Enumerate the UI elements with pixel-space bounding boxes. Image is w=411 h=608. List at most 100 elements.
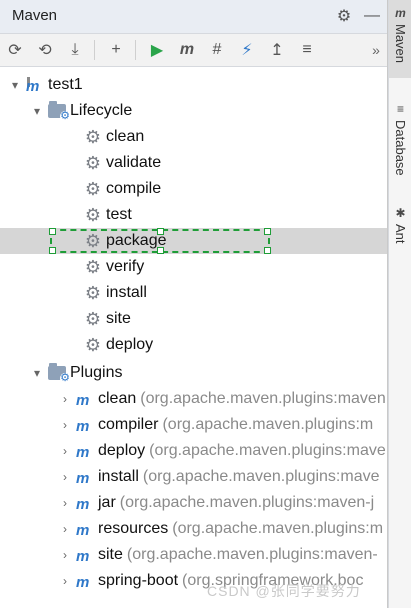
tab-label: Maven (393, 24, 408, 64)
plugin-name: site (98, 546, 123, 563)
tab-ant[interactable]: ✱ Ant (389, 200, 411, 256)
chevron-right-icon[interactable]: › (58, 392, 72, 406)
title-actions: ⚙ — (335, 6, 381, 26)
lightning-icon[interactable]: ⚡ (232, 36, 262, 64)
project-tree: ▾ m test1 ▾ ⚙ Lifecycle ⚙ clean ⚙ valida… (0, 68, 387, 608)
plugin-item-jar[interactable]: › m jar (org.apache.maven.plugins:maven-… (0, 490, 387, 516)
plugin-item-install[interactable]: › m install (org.apache.maven.plugins:ma… (0, 464, 387, 490)
gear-icon: ⚙ (84, 283, 102, 303)
lifecycle-item-label: test (106, 206, 132, 223)
chevron-down-icon[interactable]: ▾ (8, 78, 22, 92)
maven-plugin-icon: m (76, 574, 90, 591)
chevron-down-icon[interactable]: ▾ (30, 366, 44, 380)
tab-database[interactable]: ≡ Database (389, 96, 411, 188)
maven-plugin-icon: m (76, 470, 90, 487)
gear-icon: ⚙ (84, 231, 102, 251)
folder-gear-icon: ⚙ (48, 363, 70, 384)
plugin-item-compiler[interactable]: › m compiler (org.apache.maven.plugins:m (0, 412, 387, 438)
tree-row-root[interactable]: ▾ m test1 (0, 72, 387, 98)
gear-icon: ⚙ (84, 127, 102, 147)
database-icon: ≡ (396, 102, 404, 116)
toggle-offline-icon[interactable]: # (202, 36, 232, 64)
gear-icon: ⚙ (84, 153, 102, 173)
maven-plugin-icon: m (76, 444, 90, 461)
chevron-right-icon[interactable]: › (58, 548, 72, 562)
lifecycle-item-validate[interactable]: ⚙ validate (0, 150, 387, 176)
maven-project-icon: m (26, 77, 40, 95)
chevron-right-icon[interactable]: › (58, 496, 72, 510)
lifecycle-item-deploy[interactable]: ⚙ deploy (0, 332, 387, 358)
plugin-meta: (org.springframework.boc (182, 572, 364, 589)
lifecycle-item-label: site (106, 310, 131, 327)
plugin-item-deploy[interactable]: › m deploy (org.apache.maven.plugins:mav… (0, 438, 387, 464)
lifecycle-item-label: install (106, 284, 147, 301)
lifecycle-item-label: deploy (106, 336, 154, 353)
maven-plugin-icon: m (76, 418, 90, 435)
maven-plugin-icon: m (76, 392, 90, 409)
maven-plugin-icon: m (76, 522, 90, 539)
chevron-down-icon[interactable]: ▾ (30, 104, 44, 118)
plugin-meta: (org.apache.maven.plugins:m (162, 416, 374, 433)
plugin-item-clean[interactable]: › m clean (org.apache.maven.plugins:mave… (0, 386, 387, 412)
add-icon[interactable]: + (101, 36, 131, 64)
lifecycle-item-label: clean (106, 128, 145, 145)
lifecycle-item-label: compile (106, 180, 162, 197)
toolbar-separator (135, 40, 138, 60)
panel-title: Maven (12, 7, 58, 24)
plugin-name: install (98, 468, 139, 485)
right-tool-strip: m Maven ≡ Database ✱ Ant (388, 0, 411, 608)
gear-icon: ⚙ (84, 309, 102, 329)
minimize-icon[interactable]: — (363, 6, 381, 26)
plugin-meta: (org.apache.maven.plugins:mave (149, 442, 386, 459)
chevron-right-icon[interactable]: › (58, 470, 72, 484)
maven-icon[interactable]: m (172, 36, 202, 64)
lifecycle-item-label: package (106, 232, 167, 249)
gear-icon: ⚙ (84, 179, 102, 199)
tree-row-lifecycle[interactable]: ▾ ⚙ Lifecycle (0, 98, 387, 124)
plugin-name: deploy (98, 442, 146, 459)
gear-icon: ⚙ (84, 205, 102, 225)
lifecycle-item-clean[interactable]: ⚙ clean (0, 124, 387, 150)
toolbar-separator (94, 40, 97, 60)
title-bar: Maven ⚙ — (0, 0, 387, 34)
plugin-item-resources[interactable]: › m resources (org.apache.maven.plugins:… (0, 516, 387, 542)
lifecycle-item-site[interactable]: ⚙ site (0, 306, 387, 332)
more-icon[interactable]: » (365, 36, 387, 64)
plugin-name: resources (98, 520, 169, 537)
project-name: test1 (48, 76, 83, 93)
plugin-item-site[interactable]: › m site (org.apache.maven.plugins:maven… (0, 542, 387, 568)
plugin-meta: (org.apache.maven.plugins:maven-j (119, 494, 375, 511)
maven-icon: m (395, 6, 406, 20)
lifecycle-item-verify[interactable]: ⚙ verify (0, 254, 387, 280)
lifecycle-item-test[interactable]: ⚙ test (0, 202, 387, 228)
gear-icon: ⚙ (84, 335, 102, 355)
plugin-name: jar (98, 494, 116, 511)
lifecycle-item-label: verify (106, 258, 145, 275)
plugin-name: spring-boot (98, 572, 179, 589)
toolbar: ⟳ ⟲ ⤓ + ▶ m # ⚡ ↥ ≡ » (0, 34, 387, 67)
chevron-right-icon[interactable]: › (58, 418, 72, 432)
download-icon[interactable]: ⤓ (60, 36, 90, 64)
tab-label: Ant (393, 224, 408, 244)
lifecycle-label: Lifecycle (70, 102, 133, 119)
plugin-name: clean (98, 390, 137, 407)
lifecycle-item-install[interactable]: ⚙ install (0, 280, 387, 306)
show-deps-icon[interactable]: ↥ (262, 36, 292, 64)
tab-maven[interactable]: m Maven (389, 0, 411, 78)
reimport-icon[interactable]: ⟲ (30, 36, 60, 64)
lifecycle-item-compile[interactable]: ⚙ compile (0, 176, 387, 202)
gear-icon: ⚙ (84, 257, 102, 277)
reload-icon[interactable]: ⟳ (0, 36, 30, 64)
chevron-right-icon[interactable]: › (58, 574, 72, 588)
tree-row-plugins[interactable]: ▾ ⚙ Plugins (0, 360, 387, 386)
chevron-right-icon[interactable]: › (58, 522, 72, 536)
run-icon[interactable]: ▶ (142, 36, 172, 64)
plugin-meta: (org.apache.maven.plugins:mave (142, 468, 380, 485)
chevron-right-icon[interactable]: › (58, 444, 72, 458)
collapse-icon[interactable]: ≡ (292, 36, 322, 64)
lifecycle-item-package[interactable]: ⚙ package (0, 228, 387, 254)
maven-plugin-icon: m (76, 548, 90, 565)
plugin-item-spring-boot[interactable]: › m spring-boot (org.springframework.boc (0, 568, 387, 594)
gear-icon[interactable]: ⚙ (335, 6, 353, 26)
lifecycle-item-label: validate (106, 154, 162, 171)
